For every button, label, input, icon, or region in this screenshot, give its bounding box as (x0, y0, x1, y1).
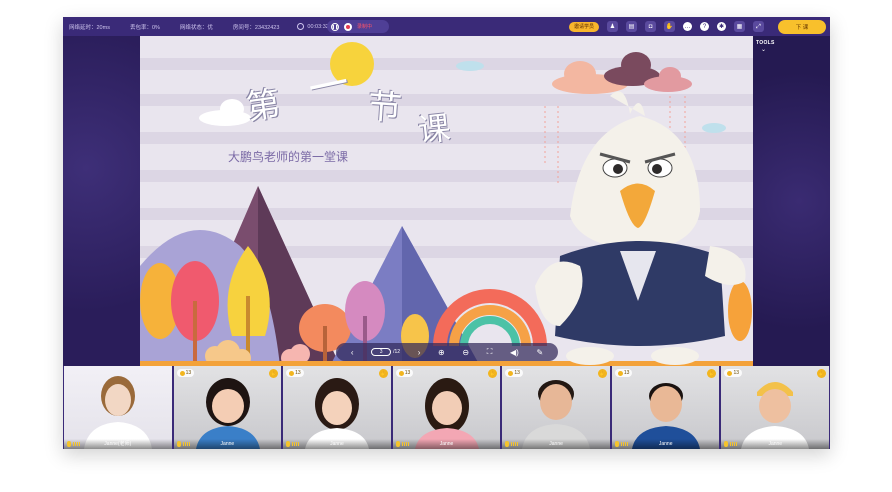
toolbar-right: 邀请学员 ♟ ▤ ◘ ✋ … ? ✱ ▦ ⤢ 下 课 (568, 19, 826, 34)
left-panel (63, 36, 140, 366)
record-icon[interactable] (344, 22, 352, 31)
grid-icon[interactable]: ▦ (734, 21, 745, 32)
chevron-down-icon[interactable]: ⌄ (761, 46, 766, 53)
prev-page-icon[interactable]: ‹ (351, 348, 354, 357)
courseware-icon[interactable]: ▤ (626, 21, 637, 32)
invite-button[interactable]: 邀请学员 (568, 21, 599, 32)
page-indicator: 3 /12 (371, 348, 400, 356)
chat-icon[interactable]: … (683, 22, 692, 31)
student-video (631, 383, 700, 449)
fit-screen-icon[interactable]: ⛶ (487, 347, 493, 357)
settings-icon[interactable]: ✱ (717, 22, 726, 31)
coin-badge: 13 (614, 369, 633, 377)
title-char-1: 第 (243, 83, 284, 129)
end-class-button[interactable]: 下 课 (778, 19, 826, 34)
video-tile-teacher[interactable]: Janne(老师) (64, 366, 172, 449)
room-number-stat: 房间号：23432423 (232, 24, 280, 31)
next-page-icon[interactable]: › (418, 348, 421, 357)
coin-badge: 13 (505, 369, 523, 377)
raise-hand-icon[interactable]: ✋ (597, 369, 607, 378)
video-tile-student[interactable]: 13 ✋ Janne (392, 366, 501, 449)
student-video (741, 382, 810, 449)
video-tile-student[interactable]: 13 ✋ Janne (502, 366, 610, 449)
video-tile-student[interactable]: 13 ✋ Janne (173, 366, 282, 449)
raise-hand-icon[interactable]: ✋ (817, 369, 827, 378)
camera-icon[interactable]: ◘ (645, 21, 656, 32)
page-input[interactable]: 3 (371, 348, 392, 356)
teacher-video (84, 376, 152, 449)
raise-hand-icon[interactable]: ✋ (378, 369, 388, 378)
participant-name: Janne (439, 441, 454, 447)
top-bar: 网络延时：20ms 丢包率：0% 网络状态：优 房间号：23432423 00:… (63, 17, 830, 36)
right-panel: TOOLS ⌄ (753, 36, 830, 366)
coin-badge: 13 (395, 369, 414, 377)
video-tile-student[interactable]: 13 ✋ Janne (283, 366, 391, 449)
help-icon[interactable]: ? (700, 22, 709, 31)
video-tile-student[interactable]: 13 ✋ Janne (611, 366, 720, 449)
recording-control[interactable]: ❚❚ 录制中 (327, 20, 389, 33)
courseware-slide[interactable]: 第 一 节 课 大鹏鸟老师的第一堂课 (140, 36, 753, 366)
pause-icon[interactable]: ❚❚ (331, 22, 339, 31)
timer-value: 00:03:32 (307, 23, 329, 30)
student-video (522, 380, 591, 449)
hand-icon[interactable]: ✋ (664, 21, 675, 32)
coin-badge: 13 (286, 369, 304, 377)
video-strip: Janne(老师) 13 ✋ Janne 13 ✋ Janne 13 ✋ Jan… (63, 366, 830, 449)
participant-name: Janne (220, 441, 235, 447)
recording-label: 录制中 (357, 24, 373, 30)
coin-badge: 13 (176, 369, 195, 377)
participant-name: Janne (330, 441, 344, 447)
page-total: /12 (393, 349, 401, 355)
student-video (195, 378, 260, 449)
title-char-3: 节 (366, 86, 404, 130)
volume-icon[interactable]: ◀) (510, 348, 519, 357)
participant-name: Janne (768, 441, 783, 447)
video-tile-student[interactable]: 13 ✋ Janne (721, 366, 830, 449)
title-char-4: 课 (416, 108, 453, 150)
network-status-stat: 网络状态：优 (179, 24, 213, 31)
zoom-in-icon[interactable]: ⊕ (438, 348, 445, 357)
latency-stat: 网络延时：20ms (69, 24, 110, 31)
coin-badge: 13 (724, 369, 743, 377)
slide-toolbar: ‹ 3 /12 › ⊕ ⊖ ⛶ ◀) ✎ (336, 343, 558, 361)
participant-name: Janne (549, 441, 563, 447)
clock-icon (297, 23, 305, 30)
packet-loss-stat: 丢包率：0% (129, 24, 160, 31)
zoom-out-icon[interactable]: ⊖ (462, 348, 469, 357)
fullscreen-icon[interactable]: ⤢ (753, 21, 764, 32)
class-timer: 00:03:32 (297, 23, 329, 30)
user-icon[interactable]: ♟ (607, 21, 618, 32)
slide-subtitle: 大鹏鸟老师的第一堂课 (228, 150, 349, 164)
student-video (305, 378, 370, 449)
student-video (414, 378, 479, 449)
classroom-window: 网络延时：20ms 丢包率：0% 网络状态：优 房间号：23432423 00:… (63, 17, 830, 449)
participant-name: Janne(老师) (104, 441, 132, 447)
annotate-icon[interactable]: ✎ (536, 348, 543, 357)
participant-name: Janne (658, 441, 673, 447)
